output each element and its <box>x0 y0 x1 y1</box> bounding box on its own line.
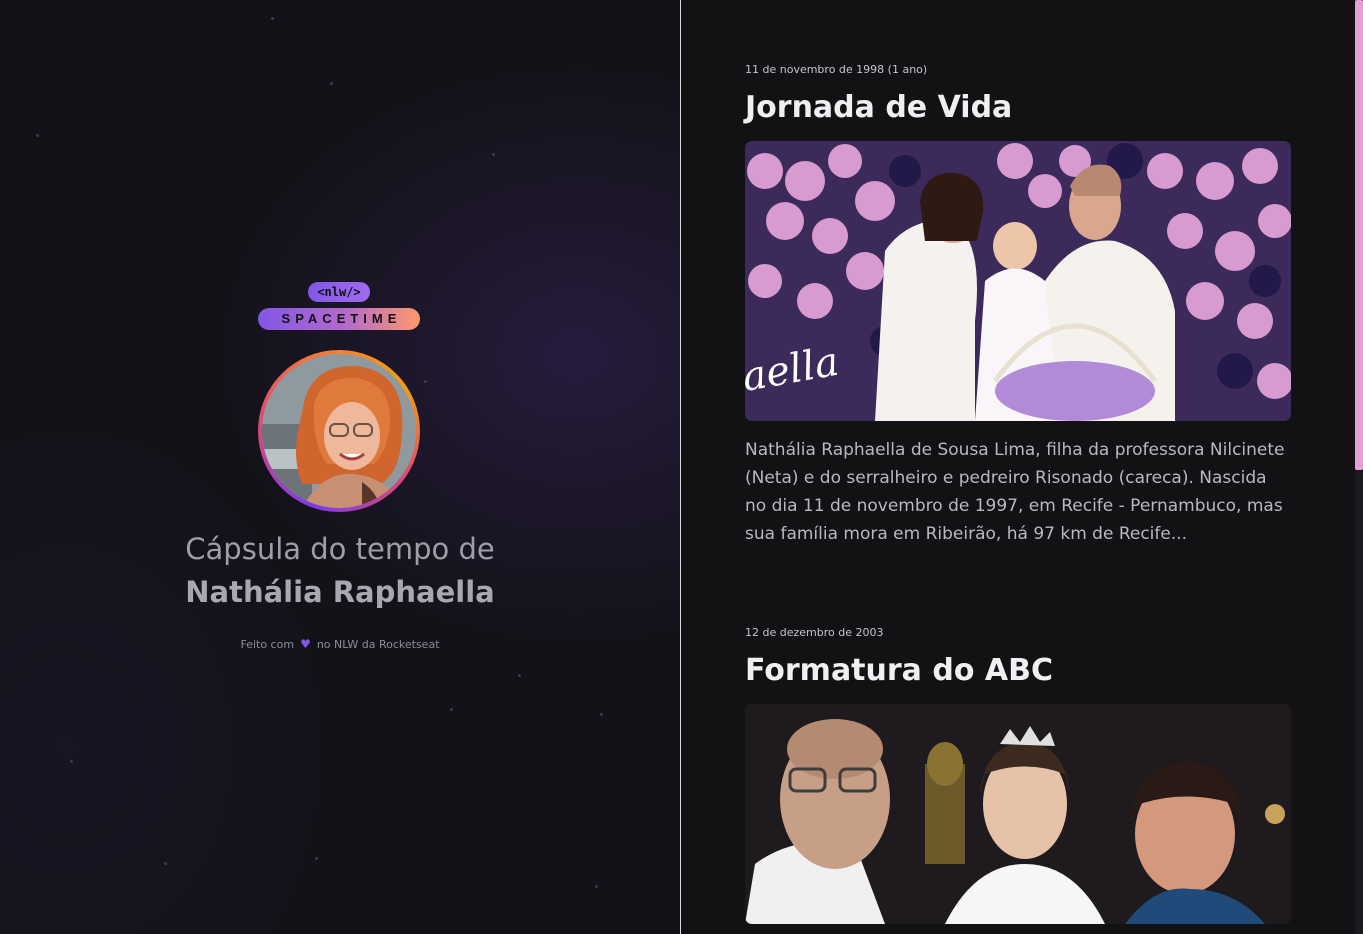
star-decoration <box>315 857 318 860</box>
left-panel: <nlw/> SPACETIME Cápsula do tempo de Nat… <box>0 0 680 934</box>
star-decoration <box>450 708 453 711</box>
footer-made-with: Feito com <box>240 638 295 651</box>
memory-card[interactable]: 12 de dezembro de 2003 Formatura do ABC <box>745 626 1291 924</box>
memory-title: Formatura do ABC <box>745 653 1053 688</box>
capsule-owner-name: Nathália Raphaella <box>185 575 495 609</box>
memory-cover-illustration: aella <box>745 141 1291 421</box>
memory-card[interactable]: 11 de novembro de 1998 (1 ano) Jornada d… <box>745 63 1291 548</box>
star-decoration <box>600 713 603 716</box>
avatar <box>258 350 420 512</box>
star-decoration <box>70 760 73 763</box>
capsule-title-prefix: Cápsula do tempo de <box>185 532 495 566</box>
logo-tag: <nlw/> <box>308 282 370 302</box>
memory-cover-illustration <box>745 704 1291 924</box>
memory-date: 11 de novembro de 1998 (1 ano) <box>745 63 928 76</box>
star-decoration <box>36 134 39 137</box>
memory-title: Jornada de Vida <box>745 90 1013 125</box>
heart-icon: ♥ <box>300 637 311 651</box>
memory-cover-image <box>745 704 1291 924</box>
memory-cover-image: aella <box>745 141 1291 421</box>
star-decoration <box>518 674 521 677</box>
star-decoration <box>164 862 167 865</box>
avatar-photo-illustration <box>262 354 416 508</box>
nlw-spacetime-logo[interactable]: <nlw/> SPACETIME <box>258 282 420 330</box>
footer-credit: Feito com ♥ no NLW da Rocketseat <box>0 637 680 651</box>
star-decoration <box>330 82 333 85</box>
star-decoration <box>492 153 495 156</box>
memory-excerpt: Nathália Raphaella de Sousa Lima, filha … <box>745 440 1285 544</box>
star-decoration <box>424 380 427 383</box>
scrollbar-thumb[interactable] <box>1355 0 1363 470</box>
avatar-photo <box>262 354 416 508</box>
star-decoration <box>595 885 598 888</box>
memory-date: 12 de dezembro de 2003 <box>745 626 884 639</box>
logo-wordmark: SPACETIME <box>258 308 420 330</box>
star-decoration <box>271 17 274 20</box>
footer-link-rocketseat[interactable]: no NLW da Rocketseat <box>317 638 440 651</box>
